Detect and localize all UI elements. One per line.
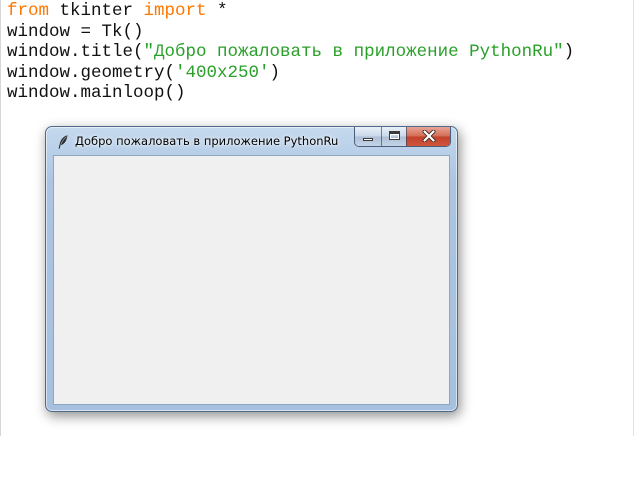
code-line-1: from tkinter import * (7, 1, 574, 22)
screenshot-canvas: from tkinter import * window = Tk() window… (0, 0, 640, 480)
code-token: ) (269, 62, 281, 83)
close-icon (422, 130, 436, 142)
code-line-3: window.title("Добро пожаловать в приложе… (7, 42, 574, 63)
code-token: ) (563, 42, 575, 63)
code-token: "Добро пожаловать в приложение PythonRu" (143, 42, 564, 63)
code-token: window.geometry( (7, 62, 176, 83)
code-token: window.mainloop() (7, 83, 186, 104)
code-token: window.title( (7, 42, 144, 63)
code-line-5: window.mainloop() (7, 83, 574, 104)
feather-icon (58, 135, 68, 149)
minimize-button[interactable] (355, 127, 381, 146)
maximize-icon (389, 131, 400, 140)
code-token: * (206, 1, 228, 21)
code-token: from (7, 1, 50, 21)
code-line-2: window = Tk() (7, 22, 574, 43)
maximize-button[interactable] (381, 127, 406, 146)
code-token: window = Tk() (7, 21, 144, 42)
code-token: import (143, 1, 207, 21)
window-controls (354, 127, 451, 147)
window-titlebar[interactable]: Добро пожаловать в приложение PythonRu (52, 127, 451, 153)
window-client-area[interactable] (53, 155, 450, 405)
tk-window[interactable]: Добро пожаловать в приложение PythonRu (45, 126, 458, 412)
code-text[interactable]: from tkinter import * window = Tk() window… (7, 1, 574, 104)
minimize-icon (363, 138, 373, 141)
code-line-4: window.geometry('400x250') (7, 63, 574, 84)
code-token: '400x250' (175, 62, 270, 83)
code-token: tkinter (49, 1, 144, 21)
window-title: Добро пожаловать в приложение PythonRu (75, 134, 339, 148)
close-button[interactable] (406, 127, 450, 146)
